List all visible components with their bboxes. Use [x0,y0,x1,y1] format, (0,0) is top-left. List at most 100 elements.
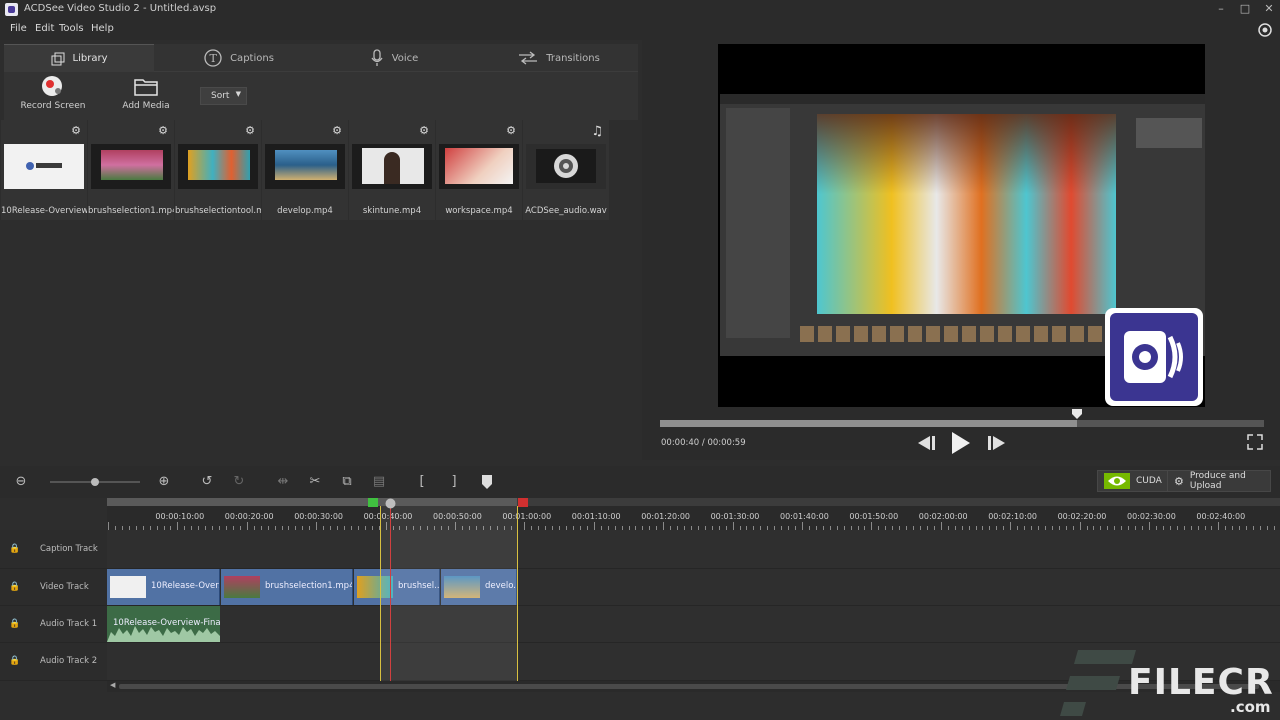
menu-edit[interactable]: Edit [35,23,54,34]
media-thumbnail [265,144,345,189]
menu-help[interactable]: Help [91,23,114,34]
lock-icon[interactable]: 🔒 [9,656,20,666]
video-clip[interactable]: brushselection1.mp4 [221,569,353,605]
record-screen-button[interactable]: Record Screen [8,74,98,111]
caption-track[interactable] [107,530,1280,569]
undo-icon[interactable]: ↺ [199,474,215,490]
ruler-tick [663,522,665,530]
lock-icon[interactable]: 🔒 [9,619,20,629]
panel-tabs: Library T Captions Voice Transitions [4,44,638,72]
zoom-out-icon[interactable]: ⊖ [13,474,29,490]
media-item[interactable]: ⚙ skintune.mp4 [349,120,435,220]
ruler-label: 00:01:50:00 [849,512,899,521]
title-bar: ACDSee Video Studio 2 - Untitled.avsp – … [0,0,1280,20]
track-header-audio-2: 🔒 Audio Track 2 [0,643,107,681]
next-frame-icon[interactable] [987,435,1007,451]
library-toolbar: Record Screen Add Media Sort ▼ [4,72,638,120]
split-icon[interactable]: ⇹ [275,474,291,490]
fullscreen-icon[interactable] [1247,434,1263,450]
clip-name: brushsel... [398,581,440,591]
video-track[interactable]: 10Release-Over... brushselection1.mp4 br… [107,569,1280,606]
ruler-label: 00:00:50:00 [433,512,482,521]
ruler-label: 00:00:30:00 [294,512,343,521]
produce-upload-button[interactable]: ⚙ Produce and Upload [1167,470,1271,492]
produce-label: Produce and Upload [1189,471,1246,491]
account-icon[interactable] [1257,22,1273,38]
ruler-tick [732,522,734,530]
audio-track-1[interactable]: 10Release-Overview-Final... [107,606,1280,643]
menu-bar: File Edit Tools Help [0,20,1280,40]
add-media-button[interactable]: Add Media [101,74,191,111]
video-reel-icon: ⚙ [245,124,255,137]
zoom-slider-handle[interactable] [91,478,99,486]
tab-voice[interactable]: Voice [319,44,469,72]
previous-frame-icon[interactable] [916,435,936,451]
cuda-label: CUDA [1136,476,1162,486]
scroll-left-icon[interactable]: ◀ [110,681,115,689]
marker-icon[interactable] [480,474,494,490]
selection-end-line [517,506,518,681]
lock-icon[interactable]: 🔒 [9,582,20,592]
captions-icon: T [204,49,222,67]
media-name: skintune.mp4 [362,206,422,216]
close-button[interactable]: ✕ [1262,2,1276,16]
tab-transitions[interactable]: Transitions [484,44,634,72]
redo-icon[interactable]: ↻ [231,474,247,490]
clip-name: develo... [485,581,516,591]
media-library: ⚙ 10Release-Overview... ⚙ brushselection… [0,120,638,460]
media-item[interactable]: ⚙ workspace.mp4 [436,120,522,220]
ruler-tick [871,522,873,530]
play-icon[interactable] [950,431,972,455]
tab-library[interactable]: Library [4,44,154,72]
window-title: ACDSee Video Studio 2 - Untitled.avsp [24,3,217,14]
menu-tools[interactable]: Tools [59,23,84,34]
media-item[interactable]: ⚙ develop.mp4 [262,120,348,220]
clip-name: 10Release-Over... [151,581,220,591]
paste-icon[interactable]: ▤ [371,474,387,490]
sort-dropdown[interactable]: Sort ▼ [200,87,247,105]
video-clip[interactable]: 10Release-Over... [107,569,220,605]
video-clip[interactable]: develo... [441,569,517,605]
copy-icon[interactable]: ⧉ [339,474,355,490]
track-header-caption: 🔒 Caption Track [0,530,107,569]
playhead-handle[interactable] [385,498,396,509]
watermark-brand: FILECR [1128,662,1274,703]
lock-icon[interactable]: 🔒 [9,544,20,554]
in-point-marker-icon[interactable] [368,498,378,507]
ruler-label: 00:00:20:00 [224,512,274,521]
ruler-label: 00:01:30:00 [710,512,760,521]
record-screen-label: Record Screen [20,101,86,111]
out-point-marker-icon[interactable] [518,498,528,507]
media-item[interactable]: ⚙ brushselection1.mp4 [88,120,174,220]
mark-out-icon[interactable]: ] [446,474,462,490]
time-ruler[interactable]: 00:00:10:00 00:00:20:00 00:00:30:00 00:00:4… [107,506,1280,530]
ruler-tick [940,522,942,530]
ruler-tick [385,522,387,530]
video-clip[interactable]: brushsel... [354,569,440,605]
media-item[interactable]: ♫ ACDSee_audio.wav [523,120,609,220]
maximize-button[interactable]: □ [1238,2,1252,16]
tab-captions[interactable]: T Captions [164,44,314,72]
speaker-icon [554,154,578,178]
scissors-icon[interactable]: ✂ [307,474,323,490]
media-item[interactable]: ⚙ 10Release-Overview... [1,120,87,220]
zoom-in-icon[interactable]: ⊕ [156,474,172,490]
cuda-button[interactable]: CUDA [1097,470,1169,492]
scrubber-handle[interactable] [1071,408,1083,420]
audio-clip[interactable]: 10Release-Overview-Final... [107,606,220,642]
mark-in-icon[interactable]: [ [414,474,430,490]
menu-file[interactable]: File [10,23,27,34]
zoom-slider[interactable] [50,478,140,486]
preview-scrubber[interactable] [660,420,1264,427]
timeline-range-bar[interactable] [107,498,1280,506]
media-item[interactable]: ⚙ brushselectiontool.m... [175,120,261,220]
minimize-button[interactable]: – [1214,2,1228,16]
tab-label: Transitions [546,52,600,64]
range-selection [107,498,517,506]
tab-label: Library [72,53,108,64]
video-reel-icon: ⚙ [71,124,81,137]
media-thumbnail [4,144,84,189]
ruler-tick [593,522,595,530]
video-preview [718,44,1205,407]
ruler-label: 00:00:40:00 [363,512,413,521]
